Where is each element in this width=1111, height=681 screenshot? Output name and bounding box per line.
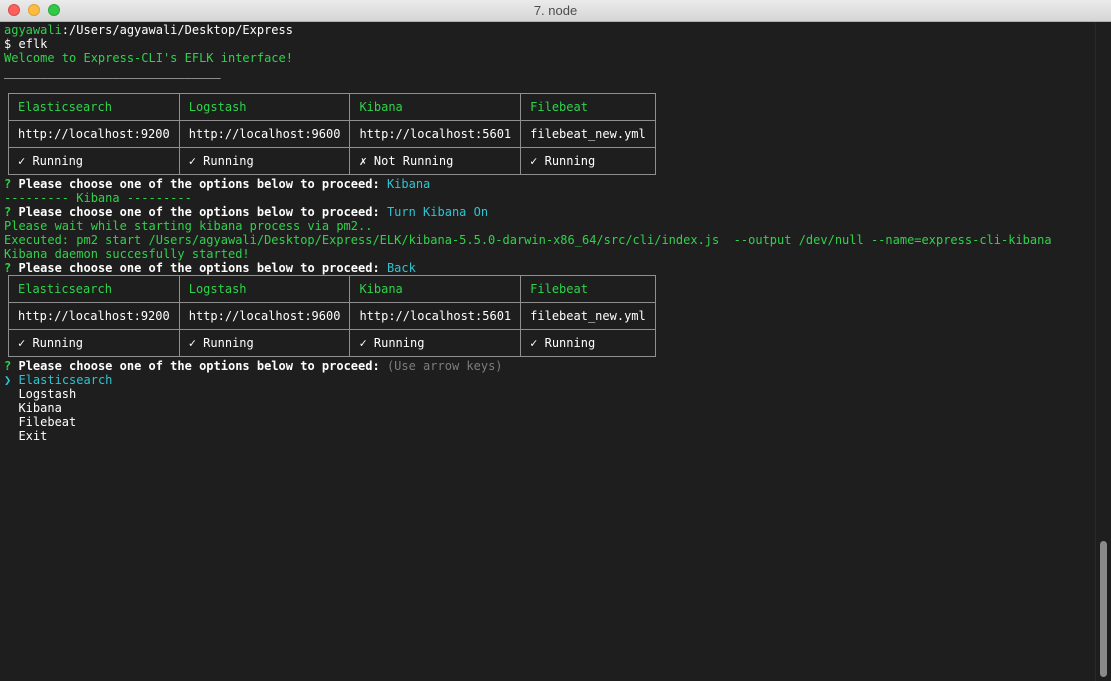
table-url-row: http://localhost:9200 http://localhost:9… [8, 120, 656, 148]
status-filebeat: ✓ Running [520, 147, 656, 175]
answer-turn-kibana-on: Turn Kibana On [386, 205, 489, 219]
status-kibana: ✓ Running [349, 329, 522, 357]
command-line: $ eflk [4, 37, 48, 51]
status-elasticsearch: ✓ Running [8, 329, 180, 357]
window-title: 7. node [533, 3, 578, 18]
config-filebeat: filebeat_new.yml [520, 302, 656, 330]
status-table-2: Elasticsearch Logstash Kibana Filebeat h… [4, 275, 1094, 359]
status-elasticsearch: ✓ Running [8, 147, 180, 175]
arrow-keys-hint: (Use arrow keys) [386, 359, 503, 373]
status-logstash: ✓ Running [178, 329, 351, 357]
config-filebeat: filebeat_new.yml [520, 120, 656, 148]
prompt-user: agyawali [4, 23, 62, 37]
menu-item-elasticsearch[interactable]: ❯ Elasticsearch [4, 373, 1094, 387]
url-logstash: http://localhost:9600 [178, 120, 351, 148]
selection-pointer-icon: ❯ [4, 373, 12, 387]
question-text: Please choose one of the options below t… [18, 359, 380, 373]
daemon-started-message: Kibana daemon succesfully started! [4, 247, 250, 261]
menu-item-label: Exit [18, 429, 48, 443]
header-elasticsearch: Elasticsearch [8, 275, 180, 303]
question-line-4: ? Please choose one of the options below… [4, 359, 1094, 373]
menu-item-label: Kibana [18, 401, 62, 415]
executed-message: Executed: pm2 start /Users/agyawali/Desk… [4, 233, 1052, 247]
kibana-section-header: --------- Kibana --------- [4, 191, 192, 205]
status-filebeat: ✓ Running [520, 329, 656, 357]
welcome-message: Welcome to Express-CLI's EFLK interface! [4, 51, 293, 65]
question-mark: ? [4, 359, 12, 373]
scrollbar-thumb[interactable] [1100, 541, 1107, 677]
table-header-row: Elasticsearch Logstash Kibana Filebeat [8, 93, 656, 121]
answer-kibana: Kibana [386, 177, 431, 191]
menu-item-kibana[interactable]: Kibana [4, 401, 1094, 415]
vertical-scrollbar[interactable] [1095, 23, 1111, 681]
question-mark: ? [4, 205, 12, 219]
url-elasticsearch: http://localhost:9200 [8, 302, 180, 330]
question-text: Please choose one of the options below t… [18, 261, 380, 275]
header-filebeat: Filebeat [520, 93, 656, 121]
question-text: Please choose one of the options below t… [18, 177, 380, 191]
prompt-line: agyawali:/Users/agyawali/Desktop/Express [4, 23, 1094, 37]
question-mark: ? [4, 177, 12, 191]
status-logstash: ✓ Running [178, 147, 351, 175]
header-elasticsearch: Elasticsearch [8, 93, 180, 121]
question-mark: ? [4, 261, 12, 275]
table-status-row: ✓ Running ✓ Running ✗ Not Running ✓ Runn… [8, 147, 656, 175]
table-status-row: ✓ Running ✓ Running ✓ Running ✓ Running [8, 329, 656, 357]
menu-item-label: Filebeat [18, 415, 77, 429]
terminal-output[interactable]: agyawali:/Users/agyawali/Desktop/Express… [4, 23, 1094, 681]
menu-item-exit[interactable]: Exit [4, 429, 1094, 443]
menu-item-logstash[interactable]: Logstash [4, 387, 1094, 401]
terminal-window: 7. node agyawali:/Users/agyawali/Desktop… [0, 0, 1111, 681]
url-kibana: http://localhost:5601 [349, 120, 522, 148]
table-header-row: Elasticsearch Logstash Kibana Filebeat [8, 275, 656, 303]
header-kibana: Kibana [349, 93, 522, 121]
header-logstash: Logstash [178, 93, 351, 121]
prompt-path: :/Users/agyawali/Desktop/Express [61, 23, 293, 37]
status-kibana: ✗ Not Running [349, 147, 522, 175]
menu-item-label: Logstash [18, 387, 77, 401]
status-table-1: Elasticsearch Logstash Kibana Filebeat h… [4, 93, 1094, 177]
question-line-1: ? Please choose one of the options below… [4, 177, 1094, 191]
question-line-3: ? Please choose one of the options below… [4, 261, 1094, 275]
question-text: Please choose one of the options below t… [18, 205, 380, 219]
wait-message: Please wait while starting kibana proces… [4, 219, 373, 233]
table-url-row: http://localhost:9200 http://localhost:9… [8, 302, 656, 330]
question-line-2: ? Please choose one of the options below… [4, 205, 1094, 219]
menu-item-filebeat[interactable]: Filebeat [4, 415, 1094, 429]
answer-back: Back [386, 261, 416, 275]
url-logstash: http://localhost:9600 [178, 302, 351, 330]
title-bar: 7. node [0, 0, 1111, 22]
header-filebeat: Filebeat [520, 275, 656, 303]
welcome-underline: ______________________________ [4, 65, 221, 79]
header-logstash: Logstash [178, 275, 351, 303]
header-kibana: Kibana [349, 275, 522, 303]
url-elasticsearch: http://localhost:9200 [8, 120, 180, 148]
menu-item-label: Elasticsearch [18, 373, 113, 387]
url-kibana: http://localhost:5601 [349, 302, 522, 330]
